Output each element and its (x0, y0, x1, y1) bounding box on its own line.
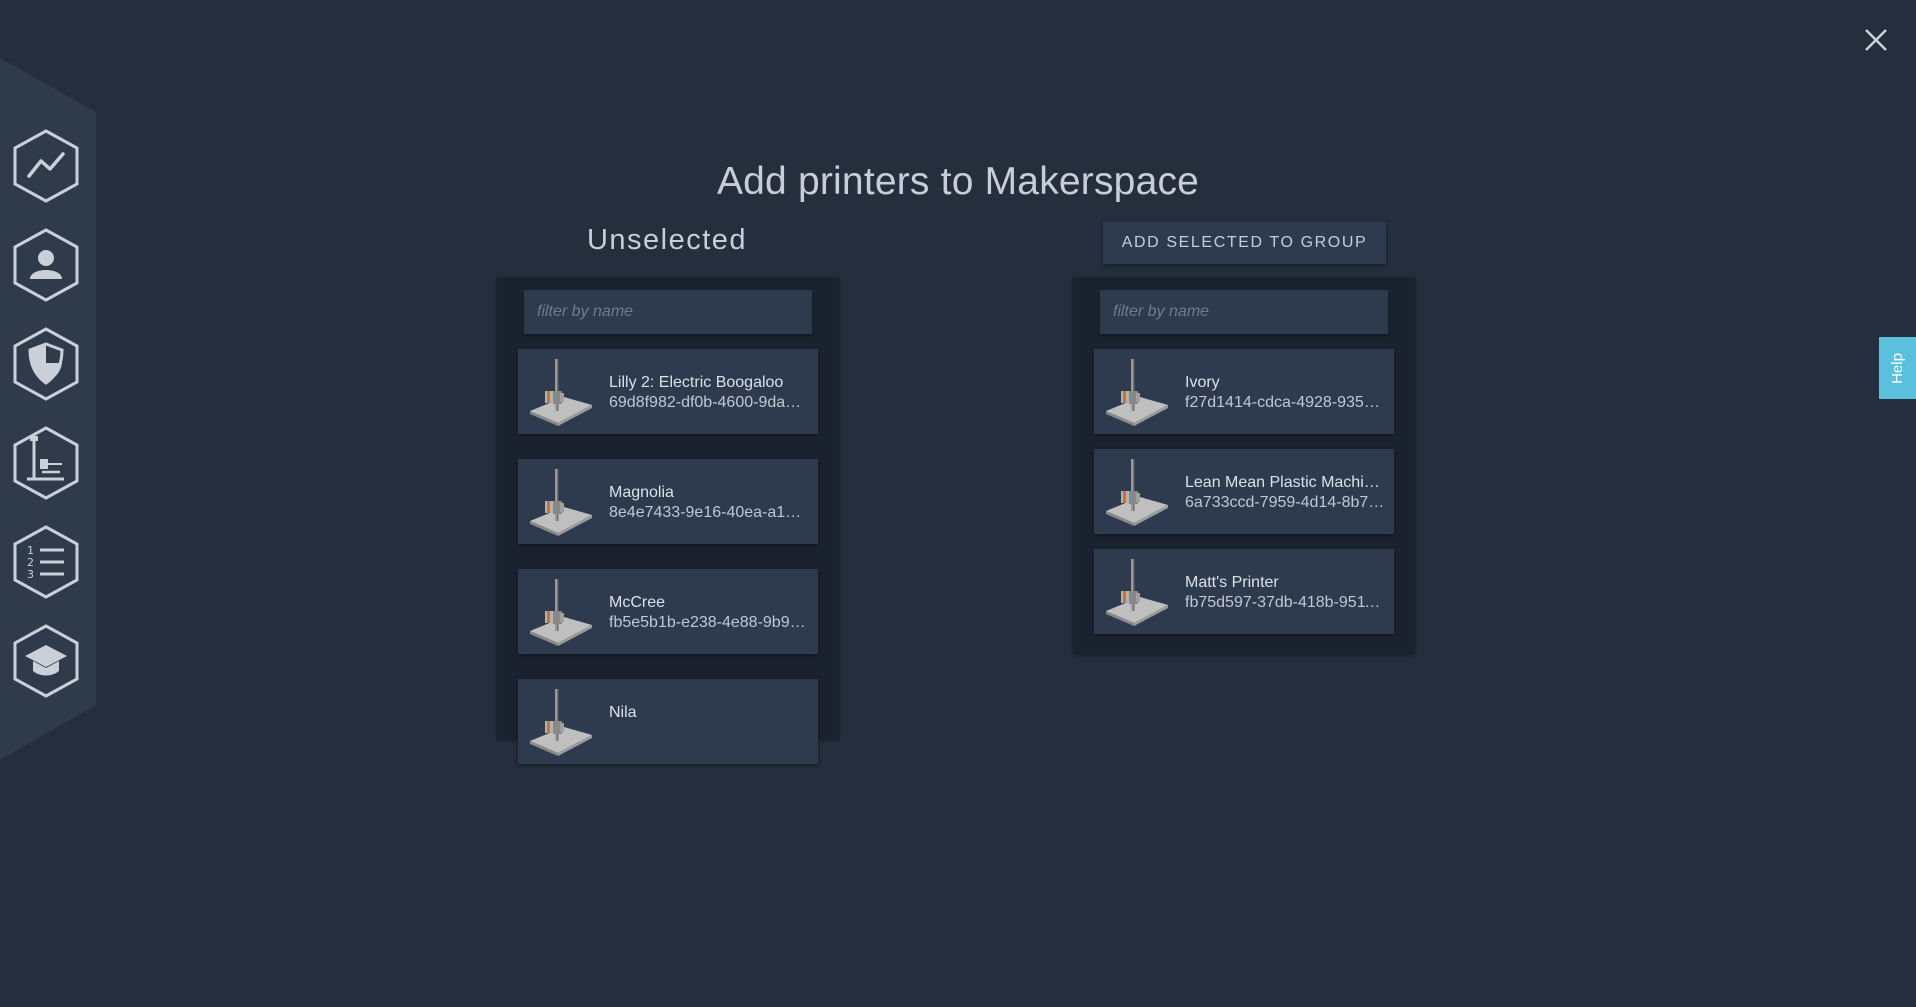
list-item[interactable]: Lilly 2: Electric Boogaloo 69d8f982-df0b… (518, 349, 818, 434)
user-icon (13, 228, 79, 302)
add-selected-button[interactable]: ADD SELECTED TO GROUP (1103, 222, 1386, 264)
sidebar-nav: 1 2 3 (0, 0, 100, 945)
printer-thumbnail (1102, 553, 1172, 630)
list-item[interactable]: Nila (518, 679, 818, 764)
selected-filter-input[interactable] (1100, 290, 1388, 334)
printer-id: 8e4e7433-9e16-40ea-a1ea... (609, 504, 809, 521)
printer-id: 6a733ccd-7959-4d14-8b73... (1185, 494, 1385, 511)
close-icon (1865, 29, 1887, 51)
printer-name: Lean Mean Plastic Machin... (1185, 474, 1385, 491)
printer-thumbnail (526, 353, 596, 430)
printer-name: Ivory (1185, 374, 1220, 391)
unselected-panel: Lilly 2: Electric Boogaloo 69d8f982-df0b… (497, 278, 839, 764)
graduation-cap-icon (13, 624, 79, 698)
selected-panel: Ivory f27d1414-cdca-4928-9350... Lean Me… (1073, 278, 1415, 655)
list-item[interactable]: Magnolia 8e4e7433-9e16-40ea-a1ea... (518, 459, 818, 544)
printer-id: 69d8f982-df0b-4600-9da2-... (609, 394, 809, 411)
list-item[interactable]: Lean Mean Plastic Machin... 6a733ccd-795… (1094, 449, 1394, 534)
printer-id: fb75d597-37db-418b-9511... (1185, 594, 1385, 611)
unselected-heading: Unselected (586, 224, 748, 256)
list-item[interactable]: Matt's Printer fb75d597-37db-418b-9511..… (1094, 549, 1394, 634)
page-title: Add printers to Makerspace (716, 160, 1200, 203)
printer-name: McCree (609, 594, 666, 611)
printer-thumbnail (1102, 453, 1172, 530)
svg-text:3: 3 (27, 568, 34, 581)
printer-name: Lilly 2: Electric Boogaloo (609, 374, 784, 391)
printer-icon (13, 426, 79, 500)
printer-name: Nila (609, 704, 637, 721)
printer-thumbnail (526, 573, 596, 650)
help-tab[interactable]: Help (1879, 337, 1916, 399)
printer-thumbnail (526, 463, 596, 540)
unselected-filter-input[interactable] (524, 290, 812, 334)
list-item[interactable]: McCree fb5e5b1b-e238-4e88-9b96... (518, 569, 818, 654)
list-item[interactable]: Ivory f27d1414-cdca-4928-9350... (1094, 349, 1394, 434)
printer-thumbnail (526, 683, 596, 760)
nav-printers[interactable] (12, 425, 80, 501)
printer-name: Matt's Printer (1185, 574, 1279, 591)
printer-thumbnail (1102, 353, 1172, 430)
selected-list[interactable]: Ivory f27d1414-cdca-4928-9350... Lean Me… (1073, 349, 1415, 649)
close-button[interactable] (1858, 22, 1894, 58)
shield-icon (13, 327, 79, 401)
nav-learning[interactable] (12, 623, 80, 699)
nav-users[interactable] (12, 227, 80, 303)
printer-name: Magnolia (609, 484, 674, 501)
nav-security[interactable] (12, 326, 80, 402)
nav-queue[interactable]: 1 2 3 (12, 524, 80, 600)
printer-id: f27d1414-cdca-4928-9350... (1185, 394, 1385, 411)
printer-id: fb5e5b1b-e238-4e88-9b96... (609, 614, 809, 631)
numbered-list-icon: 1 2 3 (13, 525, 79, 599)
unselected-list[interactable]: Lilly 2: Electric Boogaloo 69d8f982-df0b… (497, 349, 839, 1007)
help-label: Help (1888, 352, 1906, 384)
